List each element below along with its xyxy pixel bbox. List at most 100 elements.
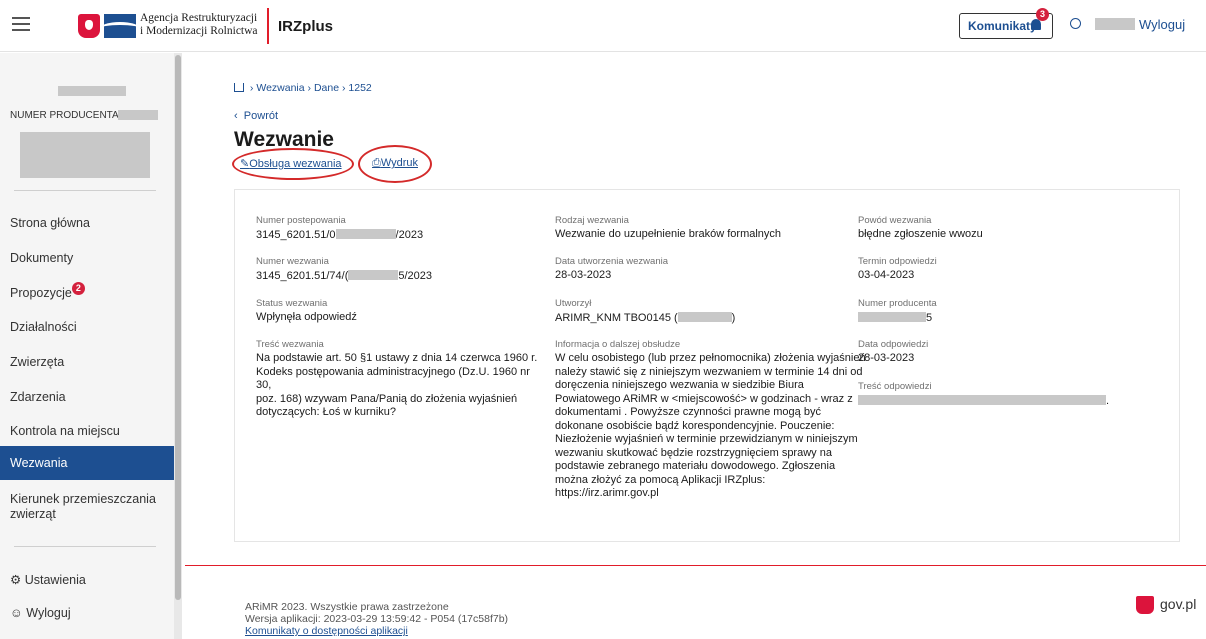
back-label: Powrót [243, 110, 279, 122]
notifications-label: Komunikaty [968, 19, 1037, 33]
producer-number-label: Numer producenta [858, 298, 937, 309]
text-line: Na podstawie art. 50 §1 ustawy z dnia 14… [256, 352, 538, 364]
text-line: można złożyć za pomocą Aplikacji IRZplus… [555, 473, 766, 486]
menu-icon[interactable] [12, 17, 30, 33]
call-type-label: Rodzaj wezwania [555, 215, 629, 226]
created-by-value: ARIMR_KNM TBO0145 () [555, 311, 735, 326]
status-value: Wpłynęła odpowiedź [256, 311, 357, 323]
sidebar-item-proposals[interactable]: Propozycje 2 [0, 282, 174, 301]
agency-name: Agencja Restrukturyzacji i Modernizacji … [140, 12, 258, 38]
created-date-value: 28-03-2023 [555, 269, 612, 281]
user-icon [1070, 18, 1081, 29]
agency-name-line2: i Modernizacji Rolnictwa [140, 25, 258, 37]
footer-version: Wersja aplikacji: 2023-03-29 13:59:42 - … [245, 613, 509, 625]
text-line: należy stawić się z niniejszym wezwaniem… [555, 365, 863, 378]
accessibility-link[interactable]: Komunikaty o dostępności aplikacji [245, 625, 408, 637]
footer-divider [185, 565, 1206, 566]
text-line: dokumentami . Powyższe czynności prawne … [555, 406, 821, 418]
redacted-producer-name [58, 86, 126, 96]
proceeding-number-label: Numer postepowania [256, 215, 346, 226]
user-icon: ☺ [10, 606, 23, 620]
home-icon[interactable] [234, 83, 244, 92]
proceeding-number-suffix: /2023 [395, 229, 424, 241]
redacted-producer-address [20, 132, 150, 178]
text-line: podstawie zebranego materiału dowodowego… [555, 460, 836, 472]
producer-number-label: NUMER PRODUCENTA: [10, 110, 122, 121]
further-info-label: Informacja o dalszej obsłudze [555, 339, 681, 350]
notifications-button[interactable]: Komunikaty 3 [959, 8, 1053, 39]
breadcrumb-separator: › [249, 82, 254, 94]
call-number-prefix: 3145_6201.51/74/( [256, 270, 349, 282]
sidebar-item-documents[interactable]: Dokumenty [0, 251, 174, 265]
sidebar-item-label: Propozycje [10, 286, 72, 300]
text-line: dokonane osobiście bądź korespondencyjni… [555, 419, 835, 432]
poland-emblem-logo [1136, 596, 1154, 614]
redacted-user-name [1095, 18, 1135, 30]
producer-number-suffix: 5 [926, 312, 933, 324]
status-label: Status wezwania [256, 298, 328, 309]
sidebar-item-activities[interactable]: Działalności [0, 320, 174, 334]
scrollbar-thumb[interactable] [175, 55, 181, 600]
further-info-text: W celu osobistego (lub przez pełnomocnik… [555, 352, 866, 501]
call-reason-label: Powód wezwania [858, 215, 932, 226]
created-date-label: Data utworzenia wezwania [555, 256, 669, 267]
text-line: dotyczących: Łoś w kurniku? [256, 406, 397, 418]
sidebar-item-calls[interactable]: Wezwania [0, 446, 174, 480]
call-type-value: Wezwanie do uzupełnienie braków formalny… [555, 228, 782, 240]
created-by-label: Utworzył [555, 298, 592, 309]
sidebar-divider [14, 546, 156, 547]
back-link[interactable]: ‹ Powrót [234, 110, 278, 122]
sidebar-item-label: Wyloguj [26, 606, 71, 620]
govpl-label[interactable]: gov.pl [1160, 596, 1196, 612]
text-line: Kodeks postępowania administracyjnego (D… [256, 365, 530, 392]
sidebar-scrollbar[interactable] [174, 53, 182, 639]
call-number-suffix: 5/2023 [398, 270, 433, 282]
breadcrumb-item[interactable]: Wezwania [256, 82, 304, 94]
sidebar-item-label: Ustawienia [24, 573, 86, 587]
call-content-label: Treść wezwania [256, 339, 324, 350]
header-logout-link[interactable]: Wyloguj [1139, 17, 1185, 32]
highlight-circle [358, 145, 432, 183]
sidebar-item-onsite-control[interactable]: Kontrola na miejscu [0, 424, 174, 438]
text-line: doręczenia niniejszego wezwania w siedzi… [555, 379, 804, 391]
call-content-text: Na podstawie art. 50 §1 ustawy z dnia 14… [256, 352, 546, 420]
poland-emblem-logo [78, 14, 100, 38]
proceeding-number-value: 3145_6201.51/0/2023 [256, 228, 423, 243]
notifications-count-badge: 3 [1036, 8, 1049, 21]
redacted-value [858, 312, 926, 322]
text-line: wezwaniu skutkować będzie rozstrzygnięci… [555, 446, 832, 459]
proposals-count-badge: 2 [71, 282, 85, 295]
text-line: Niezłożenie wyjaśnień w terminie przewid… [555, 433, 858, 445]
redacted-value [348, 270, 399, 280]
sidebar-item-movement-direction[interactable]: Kierunek przemieszczania zwierząt [0, 492, 160, 522]
proceeding-number-prefix: 3145_6201.51/0 [256, 229, 336, 241]
created-by-prefix: ARIMR_KNM TBO0145 ( [555, 312, 678, 324]
top-header: Agencja Restrukturyzacji i Modernizacji … [0, 0, 1206, 52]
response-date-label: Data odpowiedzi [858, 339, 929, 350]
response-content-value: . [858, 394, 1109, 409]
app-name: IRZplus [278, 18, 333, 35]
sidebar-item-home[interactable]: Strona główna [0, 216, 174, 230]
breadcrumb-item[interactable]: Dane [314, 82, 339, 94]
sidebar-item-events[interactable]: Zdarzenia [0, 390, 174, 404]
agency-name-line1: Agencja Restrukturyzacji [140, 12, 258, 24]
text-line: poz. 168) wzywam Pana/Panią do złożenia … [256, 392, 518, 405]
response-content-suffix: . [1106, 395, 1110, 407]
response-content-label: Treść odpowiedzi [858, 381, 932, 392]
call-number-value: 3145_6201.51/74/( 5/2023 [256, 269, 432, 284]
text-line: W celu osobistego (lub przez pełnomocnik… [555, 352, 866, 364]
arimr-logo [104, 14, 136, 38]
gear-icon: ⚙ [10, 573, 22, 587]
text-line: https://irz.arimr.gov.pl [555, 487, 659, 499]
producer-number-value: 5 [858, 311, 932, 326]
sidebar-item-logout[interactable]: ☺ Wyloguj [0, 606, 174, 620]
response-deadline-label: Termin odpowiedzi [858, 256, 937, 267]
sidebar-divider [14, 190, 156, 191]
call-reason-value: błędne zgłoszenie wwozu [858, 228, 983, 240]
redacted-value [335, 229, 396, 239]
breadcrumb: › Wezwania › Dane › 1252 [234, 82, 372, 94]
header-divider [267, 8, 269, 44]
sidebar-item-settings[interactable]: ⚙ Ustawienia [0, 572, 174, 587]
sidebar-item-animals[interactable]: Zwierzęta [0, 355, 174, 369]
highlight-circle [232, 148, 354, 180]
